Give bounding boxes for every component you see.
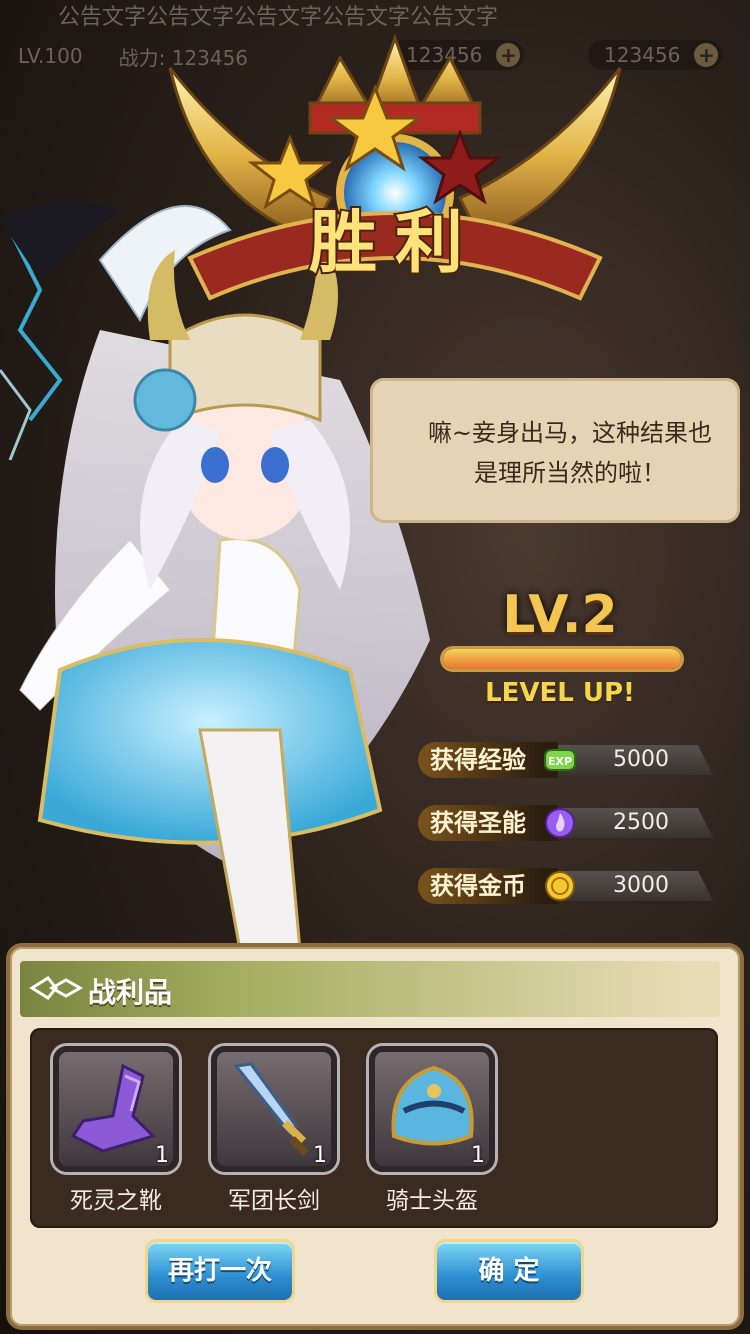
loot-item-slot[interactable]: 1 — [369, 1046, 495, 1172]
reward-exp-row: 获得经验 EXP 5000 — [418, 742, 713, 778]
exp-icon: EXP — [544, 749, 576, 771]
level-progress-bar — [443, 649, 681, 669]
speech-text: 嘛~妾身出马，这种结果也 是理所当然的啦！ — [380, 413, 750, 493]
svg-text:EXP: EXP — [548, 755, 572, 768]
item-name: 军团长剑 — [228, 1188, 320, 1214]
item-name: 死灵之靴 — [70, 1188, 162, 1214]
add-resource-2-button[interactable]: + — [694, 43, 719, 67]
reward-exp-value: 5000 — [613, 747, 669, 772]
level-up-label: LEVEL UP! — [485, 678, 635, 708]
victory-title: 胜利 — [309, 204, 481, 283]
loot-item-slot[interactable]: 1 — [211, 1046, 337, 1172]
retry-button[interactable]: 再打一次 — [148, 1242, 292, 1300]
item-count: 1 — [471, 1143, 485, 1168]
loot-item-slot[interactable]: 1 — [53, 1046, 179, 1172]
new-level: LV.2 — [502, 585, 618, 645]
purple-flame-icon — [545, 808, 575, 838]
ornament-icon — [29, 976, 84, 1000]
boot-icon — [70, 1063, 156, 1153]
victory-emblem: 胜利 — [168, 33, 622, 301]
speech-line-1: 嘛~妾身出马，这种结果也 — [427, 419, 713, 447]
reward-gold-row: 获得金币 3000 — [418, 868, 713, 904]
player-level: LV.100 — [18, 44, 83, 68]
item-count: 1 — [313, 1143, 327, 1168]
item-name: 骑士头盔 — [386, 1188, 478, 1214]
confirm-button[interactable]: 确 定 — [437, 1242, 581, 1300]
victory-screen: 公告文字公告文字公告文字公告文字公告文字 LV.100 战力: 123456 1… — [0, 0, 750, 1334]
sword-icon — [233, 1062, 309, 1156]
reward-holy-label: 获得圣能 — [418, 805, 558, 841]
item-count: 1 — [155, 1143, 169, 1168]
loot-title: 战利品 — [88, 976, 173, 1009]
reward-holy-row: 获得圣能 2500 — [418, 805, 713, 841]
helmet-icon — [391, 1065, 474, 1146]
gold-coin-icon — [545, 871, 575, 901]
reward-gold-label: 获得金币 — [418, 868, 558, 904]
reward-gold-value: 3000 — [613, 873, 669, 898]
reward-exp-label: 获得经验 — [418, 742, 558, 778]
level-progress-fill — [443, 649, 681, 669]
reward-holy-value: 2500 — [613, 810, 669, 835]
speech-line-2: 是理所当然的啦！ — [474, 459, 666, 487]
